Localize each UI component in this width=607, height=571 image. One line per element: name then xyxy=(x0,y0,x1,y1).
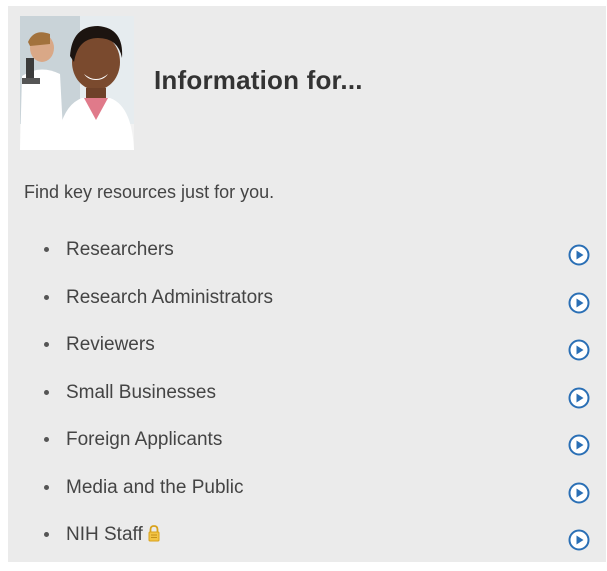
information-panel: Information for... Find key resources ju… xyxy=(8,6,606,562)
panel-header: Information for... xyxy=(20,16,363,150)
bullet-icon xyxy=(44,294,49,300)
small-businesses-link[interactable]: Small Businesses xyxy=(66,381,216,405)
media-and-the-public-link[interactable]: Media and the Public xyxy=(66,476,243,500)
circle-play-icon[interactable] xyxy=(568,244,590,266)
list-item-reviewers: Reviewers xyxy=(8,333,606,381)
circle-play-icon[interactable] xyxy=(568,387,590,409)
nih-staff-label-wrap: NIH Staff xyxy=(66,523,161,547)
header-photo xyxy=(20,16,134,150)
lock-icon xyxy=(148,525,160,542)
research-administrators-link[interactable]: Research Administrators xyxy=(66,286,273,310)
circle-play-icon[interactable] xyxy=(568,339,590,361)
bullet-icon xyxy=(44,484,49,490)
bullet-icon xyxy=(44,532,49,537)
list-item-media-and-the-public: Media and the Public xyxy=(8,476,606,524)
nih-staff-link[interactable]: NIH Staff xyxy=(66,524,143,545)
list-item-foreign-applicants: Foreign Applicants xyxy=(8,428,606,476)
circle-play-icon[interactable] xyxy=(568,529,590,551)
panel-title: Information for... xyxy=(154,64,363,95)
circle-play-icon[interactable] xyxy=(568,292,590,314)
circle-play-icon[interactable] xyxy=(568,482,590,504)
circle-play-icon[interactable] xyxy=(568,434,590,456)
list-item-small-businesses: Small Businesses xyxy=(8,381,606,429)
bullet-icon xyxy=(44,437,49,442)
list-item-nih-staff: NIH Staff xyxy=(8,523,606,571)
bullet-icon xyxy=(44,389,49,395)
foreign-applicants-link[interactable]: Foreign Applicants xyxy=(66,428,222,452)
bullet-icon xyxy=(44,247,49,252)
researchers-link[interactable]: Researchers xyxy=(66,238,174,262)
bullet-icon xyxy=(44,342,49,347)
list-item-research-administrators: Research Administrators xyxy=(8,286,606,334)
list-item-researchers: Researchers xyxy=(8,238,606,286)
reviewers-link[interactable]: Reviewers xyxy=(66,333,155,357)
intro-text: Find key resources just for you. xyxy=(24,182,275,202)
audience-list: Researchers Research Administrators Revi… xyxy=(8,238,606,571)
